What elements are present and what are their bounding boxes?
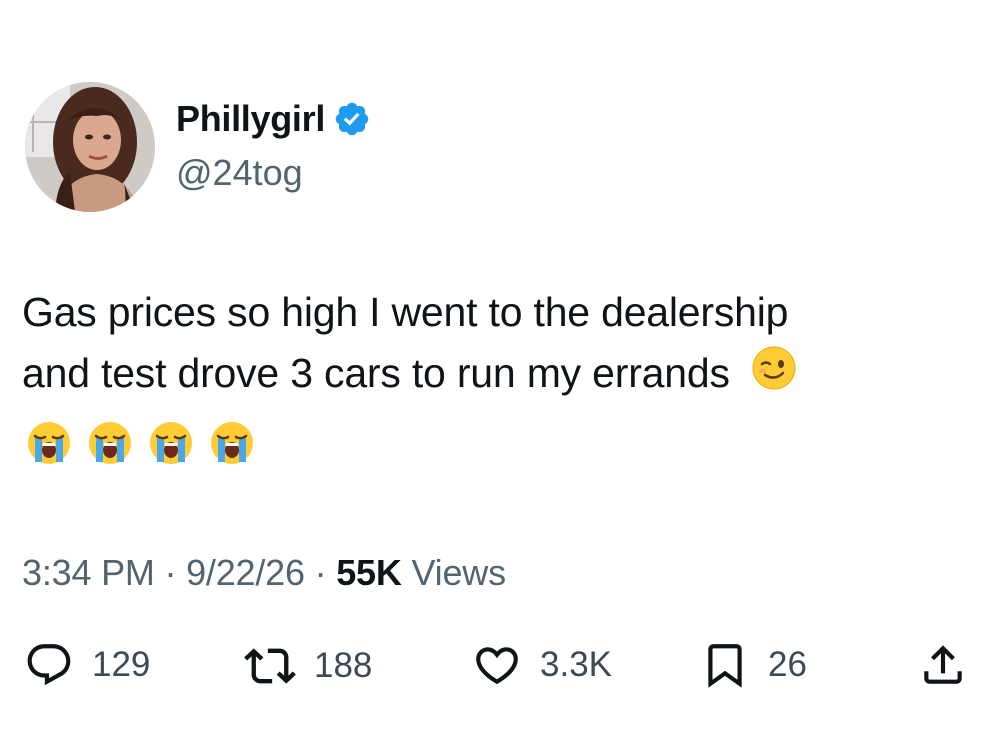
meta-separator: ·	[164, 552, 177, 593]
loudly-crying-face-emoji	[148, 420, 194, 471]
meta-separator: ·	[314, 552, 327, 593]
like-count: 3.3K	[540, 645, 612, 684]
author-name-row[interactable]: Phillygirl	[176, 98, 371, 140]
views-count[interactable]: 55K	[336, 552, 402, 593]
share-button[interactable]	[918, 640, 968, 690]
bookmark-count: 26	[768, 645, 807, 684]
loudly-crying-face-emoji	[26, 420, 72, 471]
repost-count: 188	[314, 646, 373, 685]
views-label: Views	[411, 552, 507, 593]
tweet-date[interactable]: 9/22/26	[186, 552, 305, 593]
action-bar: 129 188 3.3K 26	[0, 640, 1000, 700]
tweet-text: Gas prices so high I went to the dealers…	[22, 282, 982, 408]
winking-face-emoji	[751, 345, 797, 408]
author-handle[interactable]: @24tog	[176, 152, 303, 194]
reply-icon	[24, 640, 74, 690]
heart-icon	[472, 640, 522, 690]
tweet-text-line-2: and test drove 3 cars to run my errands	[22, 343, 982, 408]
loudly-crying-face-emoji	[87, 420, 133, 471]
bookmark-button[interactable]: 26	[700, 640, 807, 690]
tweet-text-line-2-content: and test drove 3 cars to run my errands	[22, 350, 730, 396]
emoji-row	[26, 420, 255, 471]
tweet-text-line-1: Gas prices so high I went to the dealers…	[22, 289, 789, 335]
reply-count: 129	[92, 645, 151, 684]
avatar[interactable]	[25, 82, 155, 212]
display-name[interactable]: Phillygirl	[176, 98, 325, 140]
avatar-photo	[25, 82, 155, 212]
reply-button[interactable]: 129	[24, 640, 150, 690]
repost-button[interactable]: 188	[244, 640, 372, 692]
like-button[interactable]: 3.3K	[472, 640, 612, 690]
bookmark-icon	[700, 640, 750, 690]
share-icon	[918, 640, 968, 690]
repost-icon	[244, 640, 296, 692]
tweet-time[interactable]: 3:34 PM	[22, 552, 155, 593]
loudly-crying-face-emoji	[209, 420, 255, 471]
tweet-meta: 3:34 PM · 9/22/26 · 55K Views	[22, 552, 506, 594]
verified-badge-icon	[333, 100, 371, 138]
